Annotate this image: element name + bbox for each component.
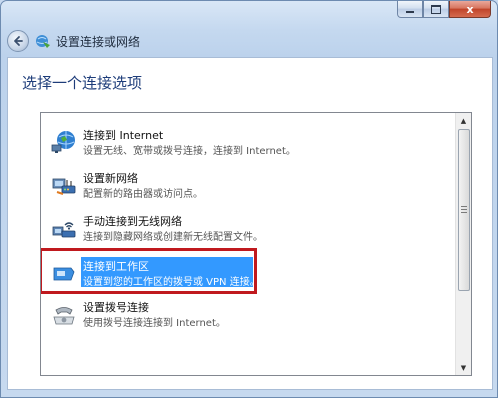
scroll-up-button[interactable]: ▲ (456, 113, 471, 128)
scroll-thumb[interactable] (458, 129, 470, 291)
arrow-up-icon: ▲ (460, 116, 467, 125)
caption-buttons: x (397, 1, 491, 19)
option-manual-wireless[interactable]: 手动连接到无线网络 连接到隐藏网络或创建新无线配置文件。 (45, 211, 450, 245)
maximize-button[interactable] (423, 1, 449, 18)
option-connect-workplace[interactable]: 连接到工作区 设置到您的工作区的拨号或 VPN 连接。 (41, 248, 450, 294)
window-frame: x 设置连接或网络 选择一个连接选项 连接到 Internet 设置无线、宽带或… (0, 0, 498, 398)
minimize-button[interactable] (397, 1, 423, 18)
option-description: 设置到您的工作区的拨号或 VPN 连接。 (83, 277, 260, 288)
grip-line (461, 212, 467, 213)
option-description: 连接到隐藏网络或创建新无线配置文件。 (83, 232, 263, 243)
option-description: 使用拨号连接连接到 Internet。 (83, 318, 226, 329)
grip-line (461, 209, 467, 210)
content-panel: 选择一个连接选项 连接到 Internet 设置无线、宽带或拨号连接，连接到 I… (7, 57, 493, 390)
connection-options-list[interactable]: 连接到 Internet 设置无线、宽带或拨号连接，连接到 Internet。 … (40, 112, 472, 376)
option-title: 设置拨号连接 (83, 301, 149, 314)
option-title: 设置新网络 (83, 172, 138, 185)
minimize-icon (406, 10, 414, 13)
close-button[interactable]: x (449, 1, 491, 18)
option-dialup[interactable]: 设置拨号连接 使用拨号连接连接到 Internet。 (45, 297, 450, 331)
option-description: 设置无线、宽带或拨号连接，连接到 Internet。 (83, 146, 296, 157)
grip-line (461, 206, 467, 207)
maximize-icon (431, 4, 441, 14)
option-title: 连接到 Internet (83, 129, 164, 142)
dialup-phone-icon (53, 307, 75, 325)
globe-network-icon (51, 131, 75, 153)
scroll-down-button[interactable]: ▼ (456, 360, 471, 375)
option-title: 手动连接到无线网络 (83, 215, 182, 228)
option-new-network[interactable]: 设置新网络 配置新的路由器或访问点。 (45, 168, 450, 202)
navigation-bar: 设置连接或网络 (7, 29, 140, 53)
option-connect-internet[interactable]: 连接到 Internet 设置无线、宽带或拨号连接，连接到 Internet。 (45, 125, 450, 159)
list-scrollbar[interactable]: ▲ ▼ (455, 113, 471, 375)
option-title: 连接到工作区 (83, 260, 149, 273)
back-button[interactable] (7, 30, 29, 52)
router-icon (52, 178, 76, 195)
window-title: 设置连接或网络 (56, 34, 141, 49)
network-icon (36, 35, 50, 48)
wireless-icon (52, 222, 76, 238)
back-arrow-icon (14, 36, 23, 46)
close-icon: x (466, 2, 474, 16)
option-description: 配置新的路由器或访问点。 (83, 189, 203, 200)
arrow-down-icon: ▼ (460, 363, 467, 372)
page-title: 选择一个连接选项 (22, 74, 143, 92)
workplace-icon (53, 267, 75, 281)
